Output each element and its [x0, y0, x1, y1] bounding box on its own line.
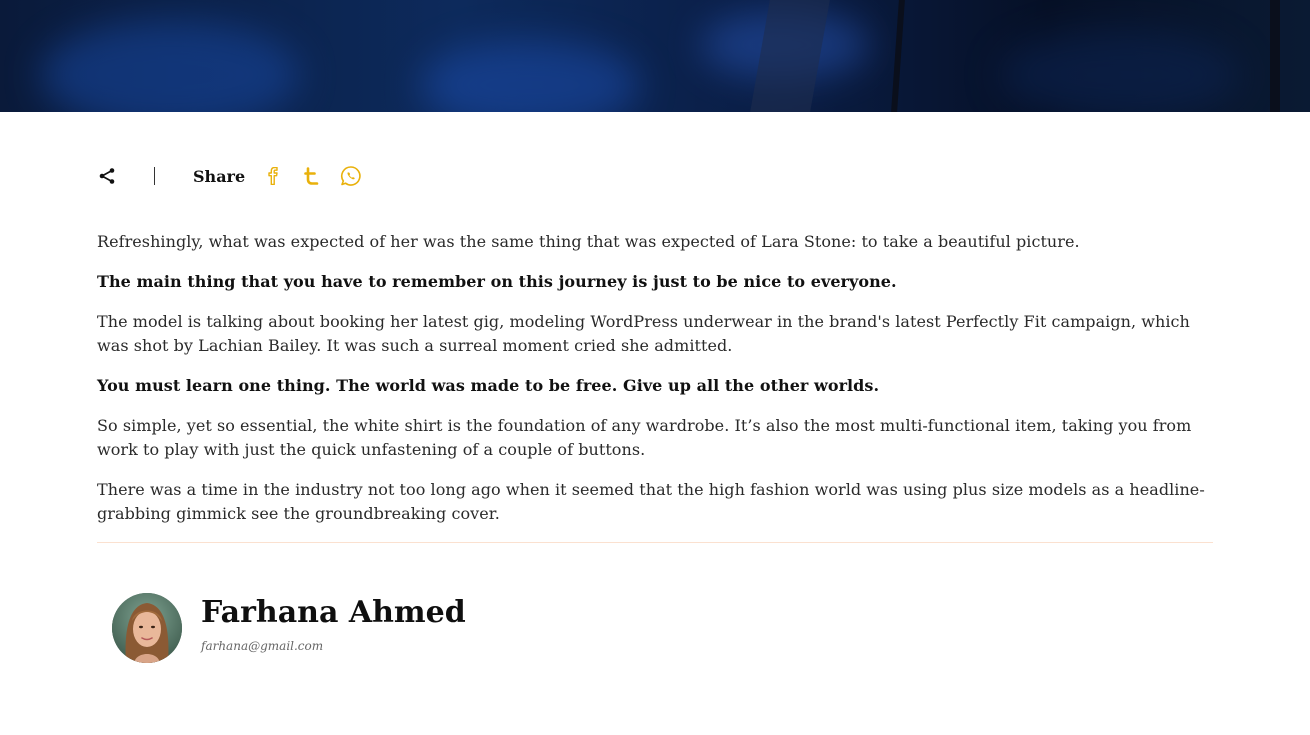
- hero-image: [0, 0, 1310, 112]
- share-bar: Share: [97, 160, 363, 192]
- article-paragraph: Refreshingly, what was expected of her w…: [97, 232, 1080, 251]
- article-body: Refreshingly, what was expected of her w…: [97, 230, 1213, 542]
- share-icon[interactable]: [97, 166, 117, 186]
- tumblr-icon[interactable]: [300, 164, 324, 188]
- article-paragraph: There was a time in the industry not too…: [97, 480, 1205, 523]
- hero-blur: [1000, 30, 1240, 112]
- article-highlight: You must learn one thing. The world was …: [97, 376, 880, 395]
- share-label: Share: [193, 166, 246, 186]
- hero-shape: [1270, 0, 1280, 112]
- article-highlight: The main thing that you have to remember…: [97, 272, 897, 291]
- author-email[interactable]: farhana@gmail.com: [201, 639, 466, 653]
- section-divider: [97, 542, 1213, 543]
- hero-blur: [40, 20, 300, 112]
- author-card: Farhana Ahmed farhana@gmail.com: [112, 593, 466, 663]
- facebook-icon[interactable]: [261, 164, 285, 188]
- article-paragraph: So simple, yet so essential, the white s…: [97, 416, 1192, 459]
- article-paragraph: The model is talking about booking her l…: [97, 312, 1190, 355]
- author-info: Farhana Ahmed farhana@gmail.com: [201, 595, 466, 653]
- whatsapp-icon[interactable]: [339, 164, 363, 188]
- avatar[interactable]: [112, 593, 182, 663]
- hero-blur: [420, 40, 640, 112]
- hero-shape: [891, 0, 905, 112]
- author-name[interactable]: Farhana Ahmed: [201, 595, 466, 631]
- share-divider: [154, 167, 155, 185]
